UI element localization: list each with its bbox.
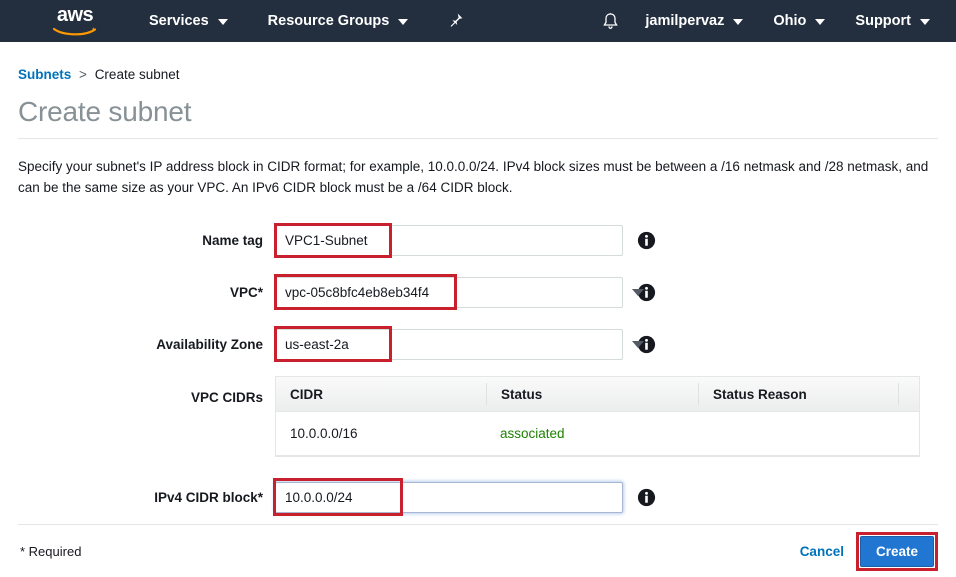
nav-resource-groups-menu[interactable]: Resource Groups xyxy=(268,0,409,42)
form-row-ipv4-cidr-block: IPv4 CIDR block* 10.0.0.0/24 xyxy=(0,471,956,523)
ipv4-cidr-block-field-wrap: 10.0.0.0/24 xyxy=(273,477,656,516)
aws-console-create-subnet-page: aws Services Resource Groups jamilpervaz… xyxy=(0,0,956,577)
form-row-availability-zone: Availability Zone us-east-2a xyxy=(0,318,956,370)
vpc-field-wrap: vpc-05c8bfc4eb8eb34f4 xyxy=(274,273,656,310)
column-header-status: Status xyxy=(486,383,698,405)
vpc-cidrs-label: VPC CIDRs xyxy=(190,390,263,405)
table-row: 10.0.0.0/16 associated xyxy=(276,412,919,456)
ipv4-cidr-block-label: IPv4 CIDR block* xyxy=(154,489,263,505)
breadcrumb-subnets-link[interactable]: Subnets xyxy=(18,67,71,82)
page-footer: * Required Cancel Create xyxy=(0,525,956,577)
nav-region-menu[interactable]: Ohio xyxy=(773,0,826,42)
vpc-cidrs-table-header: CIDR Status Status Reason xyxy=(276,376,919,412)
availability-zone-select[interactable]: us-east-2a xyxy=(275,328,644,360)
nav-support-menu[interactable]: Support xyxy=(855,0,930,42)
title-divider xyxy=(18,138,938,139)
cell-status: associated xyxy=(500,426,565,441)
create-subnet-form: Name tag VPC1-Subnet VPC* vpc-05c8bfc4eb… xyxy=(0,214,956,523)
column-header-cidr: CIDR xyxy=(290,386,323,402)
info-icon[interactable] xyxy=(637,283,656,302)
form-row-name-tag: Name tag VPC1-Subnet xyxy=(0,214,956,266)
form-row-vpc-cidrs: VPC CIDRs CIDR Status Status Reason 10.0… xyxy=(0,376,956,457)
chevron-down-icon xyxy=(815,19,826,25)
chevron-down-icon xyxy=(398,19,409,25)
breadcrumb-separator: > xyxy=(79,67,87,82)
name-tag-label: Name tag xyxy=(202,232,263,248)
create-button[interactable]: Create xyxy=(855,531,938,571)
name-tag-field-wrap: VPC1-Subnet xyxy=(274,222,656,258)
nav-services-label: Services xyxy=(149,13,209,29)
top-navigation-bar: aws Services Resource Groups jamilpervaz… xyxy=(0,0,956,42)
chevron-down-icon xyxy=(217,19,228,25)
info-icon[interactable] xyxy=(637,335,656,354)
availability-zone-field-wrap: us-east-2a xyxy=(274,325,656,362)
cell-cidr: 10.0.0.0/16 xyxy=(290,426,358,441)
info-icon[interactable] xyxy=(637,488,656,507)
nav-region-label: Ohio xyxy=(773,13,807,29)
availability-zone-value: us-east-2a xyxy=(285,336,349,352)
column-header-status-reason: Status Reason xyxy=(698,383,898,405)
vpc-value: vpc-05c8bfc4eb8eb34f4 xyxy=(285,284,430,300)
nav-services-menu[interactable]: Services xyxy=(149,0,228,42)
vpc-select[interactable]: vpc-05c8bfc4eb8eb34f4 xyxy=(275,276,644,308)
chevron-down-icon xyxy=(920,19,930,25)
nav-right-group: jamilpervaz Ohio Support xyxy=(602,0,956,42)
vpc-cidrs-table: CIDR Status Status Reason 10.0.0.0/16 as… xyxy=(275,376,920,457)
name-tag-input[interactable]: VPC1-Subnet xyxy=(275,224,623,256)
breadcrumb: Subnets > Create subnet xyxy=(18,67,956,82)
ipv4-cidr-block-input[interactable]: 10.0.0.0/24 xyxy=(275,481,623,513)
chevron-down-icon xyxy=(733,19,744,25)
aws-logo-text: aws xyxy=(56,4,94,26)
cancel-button[interactable]: Cancel xyxy=(800,544,844,559)
column-header-spacer xyxy=(898,383,919,405)
nav-support-label: Support xyxy=(855,13,911,29)
ipv4-cidr-block-value: 10.0.0.0/24 xyxy=(285,489,353,505)
nav-resource-groups-label: Resource Groups xyxy=(267,13,390,29)
name-tag-value: VPC1-Subnet xyxy=(285,232,368,248)
aws-logo[interactable]: aws xyxy=(47,4,103,36)
create-button-label: Create xyxy=(875,543,918,559)
nav-account-menu[interactable]: jamilpervaz xyxy=(645,0,744,42)
page-title: Create subnet xyxy=(18,96,192,127)
pin-icon[interactable] xyxy=(446,12,464,30)
availability-zone-label: Availability Zone xyxy=(156,336,263,352)
info-icon[interactable] xyxy=(637,231,656,250)
form-row-vpc: VPC* vpc-05c8bfc4eb8eb34f4 xyxy=(0,266,956,318)
page-description: Specify your subnet's IP address block i… xyxy=(18,159,929,195)
aws-logo-swoosh xyxy=(53,27,97,36)
footer-actions: Cancel Create xyxy=(800,531,956,571)
vpc-label: VPC* xyxy=(229,284,263,300)
page-content: Subnets > Create subnet Create subnet Sp… xyxy=(0,42,956,523)
required-note: * Required xyxy=(20,543,82,559)
nav-account-label: jamilpervaz xyxy=(645,13,725,29)
breadcrumb-current: Create subnet xyxy=(94,67,180,82)
bell-icon[interactable] xyxy=(602,12,619,31)
